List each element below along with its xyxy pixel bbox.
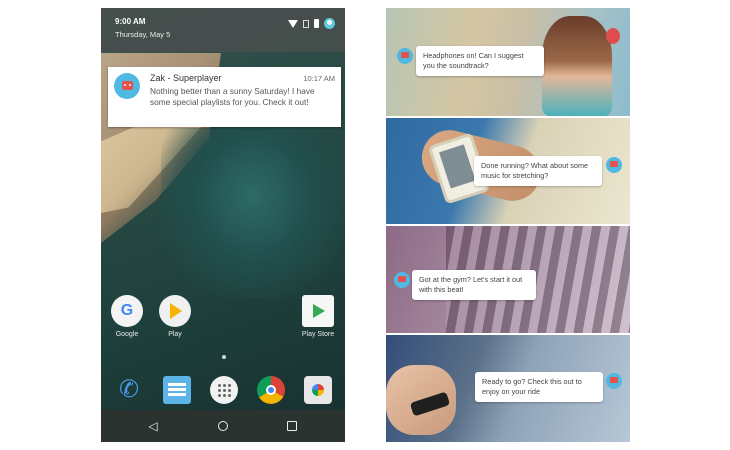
chat-bubble: Headphones on! Can I suggest you the sou… bbox=[416, 46, 544, 76]
account-icon[interactable] bbox=[324, 18, 335, 29]
chat-bubble: Ready to go? Check this out to enjoy on … bbox=[475, 372, 603, 402]
woman-photo bbox=[542, 16, 612, 116]
dock: ✆ bbox=[101, 370, 345, 410]
no-sim-icon bbox=[303, 19, 309, 28]
notification-body: Nothing better than a sunny Saturday! I … bbox=[150, 86, 315, 107]
robot-icon bbox=[122, 81, 133, 90]
page-indicator bbox=[222, 355, 226, 359]
wallpaper-sea bbox=[161, 128, 345, 298]
home-app-play-store[interactable]: Play Store bbox=[298, 295, 338, 338]
recents-icon[interactable] bbox=[284, 418, 300, 434]
panel-headphones: Headphones on! Can I suggest you the sou… bbox=[386, 8, 630, 116]
context-collage: Headphones on! Can I suggest you the sou… bbox=[386, 8, 630, 442]
panel-ride: Ready to go? Check this out to enjoy on … bbox=[386, 335, 630, 442]
status-date: Thursday, May 5 bbox=[115, 30, 171, 39]
notification-app-name: Zak - Superplayer bbox=[150, 73, 222, 83]
play-icon bbox=[159, 295, 191, 327]
notification-shade-header: 9:00 AM Thursday, May 5 bbox=[101, 8, 345, 52]
zak-avatar-icon bbox=[606, 157, 622, 173]
home-app-label: Google bbox=[115, 331, 139, 338]
status-time: 9:00 AM bbox=[115, 17, 146, 26]
panel-gym: Got at the gym? Let's start it out with … bbox=[386, 226, 630, 333]
chat-bubble: Done running? What about some music for … bbox=[474, 156, 602, 186]
home-app-play[interactable]: Play bbox=[155, 295, 195, 338]
messages-icon[interactable] bbox=[163, 376, 191, 404]
home-icon[interactable] bbox=[215, 418, 231, 434]
zak-avatar-icon bbox=[397, 48, 413, 64]
zak-avatar-icon bbox=[394, 272, 410, 288]
chrome-icon[interactable] bbox=[257, 376, 285, 404]
google-icon: G bbox=[111, 295, 143, 327]
headphones-icon bbox=[606, 28, 620, 44]
app-avatar bbox=[114, 73, 140, 99]
wifi-icon bbox=[288, 19, 298, 28]
status-icons bbox=[288, 18, 335, 29]
phone-icon[interactable]: ✆ bbox=[115, 376, 143, 404]
app-drawer-icon[interactable] bbox=[210, 376, 238, 404]
notification-card[interactable]: Zak - Superplayer 10:17 AM Nothing bette… bbox=[108, 67, 341, 127]
notification-time: 10:17 AM bbox=[303, 74, 335, 83]
zak-avatar-icon bbox=[606, 373, 622, 389]
play-store-icon bbox=[302, 295, 334, 327]
navigation-bar: ◁ bbox=[101, 410, 345, 442]
camera-icon[interactable] bbox=[304, 376, 332, 404]
home-app-google[interactable]: G Google bbox=[107, 295, 147, 338]
home-app-label: Play bbox=[168, 331, 182, 338]
home-app-label: Play Store bbox=[301, 331, 335, 338]
battery-icon bbox=[314, 19, 319, 28]
back-icon[interactable]: ◁ bbox=[145, 418, 161, 434]
phone-screen: 9:00 AM Thursday, May 5 Zak - Superplaye… bbox=[101, 8, 345, 442]
chat-bubble: Got at the gym? Let's start it out with … bbox=[412, 270, 536, 300]
panel-running: Done running? What about some music for … bbox=[386, 118, 630, 224]
